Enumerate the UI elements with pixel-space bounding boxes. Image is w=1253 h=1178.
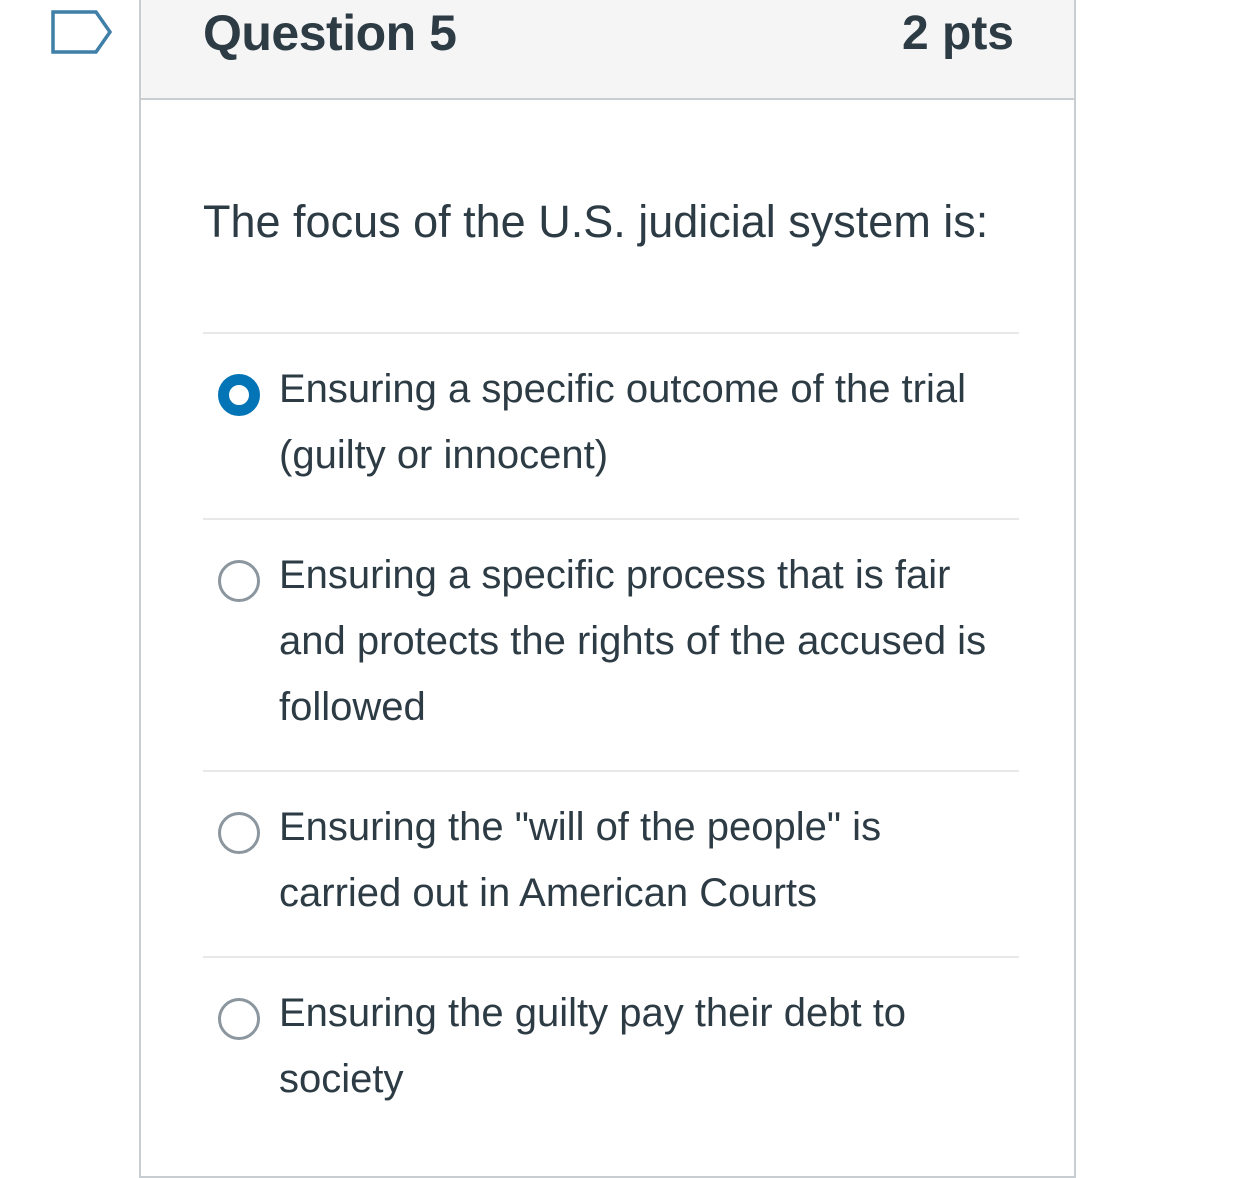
question-header: Question 5 2 pts xyxy=(141,0,1074,100)
bookmark-flag-icon[interactable] xyxy=(50,8,114,56)
radio-button[interactable] xyxy=(218,812,260,854)
answer-label: Ensuring the "will of the people" is car… xyxy=(279,805,882,915)
answer-label: Ensuring a specific outcome of the trial… xyxy=(279,367,967,477)
answer-option[interactable]: Ensuring the guilty pay their debt to so… xyxy=(203,956,1019,1142)
radio-button[interactable] xyxy=(218,998,260,1040)
radio-button[interactable] xyxy=(218,560,260,602)
question-points: 2 pts xyxy=(901,7,1014,60)
question-card: Question 5 2 pts The focus of the U.S. j… xyxy=(139,0,1076,1178)
answer-label: Ensuring the guilty pay their debt to so… xyxy=(279,991,907,1101)
answer-option[interactable]: Ensuring a specific process that is fair… xyxy=(203,518,1019,770)
answer-label: Ensuring a specific process that is fair… xyxy=(279,553,987,729)
answer-option[interactable]: Ensuring the "will of the people" is car… xyxy=(203,770,1019,956)
answer-option[interactable]: Ensuring a specific outcome of the trial… xyxy=(203,332,1019,518)
question-text: The focus of the U.S. judicial system is… xyxy=(203,196,989,247)
answer-list: Ensuring a specific outcome of the trial… xyxy=(203,332,1019,1142)
question-title: Question 5 xyxy=(203,5,457,61)
radio-button-selected[interactable] xyxy=(218,374,260,416)
